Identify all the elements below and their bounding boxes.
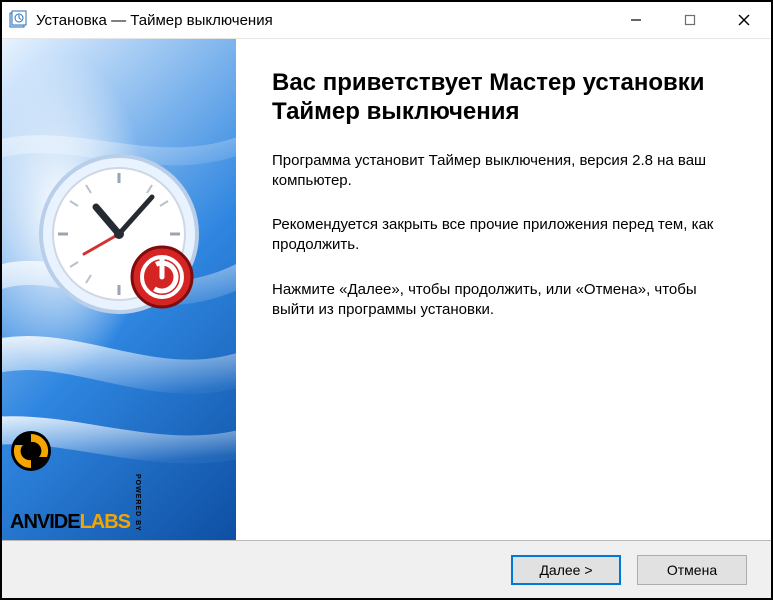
brand-word-2: LABS	[80, 511, 130, 533]
window-title: Установка — Таймер выключения	[36, 12, 609, 29]
brand-mark-icon	[10, 430, 52, 472]
minimize-button[interactable]	[609, 2, 663, 38]
installer-window: Установка — Таймер выключения	[0, 0, 773, 600]
side-banner: ANVIDELABS POWERED BY	[2, 39, 236, 540]
intro-paragraph-1: Программа установит Таймер выключения, в…	[272, 151, 735, 192]
intro-paragraph-2: Рекомендуется закрыть все прочие приложе…	[272, 215, 735, 256]
power-overlay-icon	[132, 247, 192, 307]
wizard-content: Вас приветствует Мастер установки Таймер…	[236, 39, 771, 540]
next-button[interactable]: Далее >	[511, 555, 621, 585]
brand-logo: ANVIDELABS POWERED BY	[10, 430, 141, 532]
page-title: Вас приветствует Мастер установки Таймер…	[272, 69, 735, 127]
close-button[interactable]	[717, 2, 771, 38]
brand-word-1: ANVIDE	[10, 511, 80, 533]
titlebar: Установка — Таймер выключения	[2, 2, 771, 39]
app-icon	[8, 10, 28, 30]
intro-paragraph-3: Нажмите «Далее», чтобы продолжить, или «…	[272, 280, 735, 321]
clock-illustration	[34, 149, 204, 322]
maximize-button[interactable]	[663, 2, 717, 38]
cancel-button[interactable]: Отмена	[637, 555, 747, 585]
wizard-footer: Далее > Отмена	[2, 540, 771, 598]
brand-powered-by: POWERED BY	[134, 474, 141, 532]
client-area: ANVIDELABS POWERED BY Вас приветствует М…	[2, 39, 771, 598]
